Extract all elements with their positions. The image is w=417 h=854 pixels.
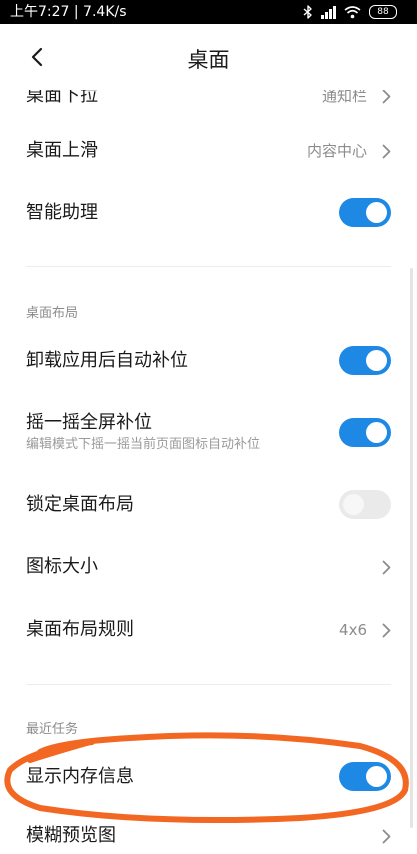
row-auto-fill-uninstall: 卸载应用后自动补位 xyxy=(0,332,417,390)
row-label: 桌面上滑 xyxy=(26,140,98,161)
toggle-knob xyxy=(366,422,387,443)
chevron-right-icon xyxy=(382,89,391,104)
toggle-knob xyxy=(366,202,387,223)
row-smart-assistant: 智能助理 xyxy=(0,184,417,242)
row-label: 智能助理 xyxy=(26,202,98,223)
row-label: 桌面布局规则 xyxy=(26,619,134,640)
row-swipe-up[interactable]: 桌面上滑 内容中心 xyxy=(0,122,417,180)
scrollbar[interactable] xyxy=(410,268,413,828)
row-value: 4x6 xyxy=(339,621,367,639)
status-bar: 上午7:27 | 7.4K/s 88 xyxy=(0,0,417,24)
chevron-right-icon xyxy=(382,560,391,575)
row-lock-layout: 锁定桌面布局 xyxy=(0,476,417,534)
chevron-right-icon xyxy=(382,144,391,159)
toggle-knob xyxy=(366,766,387,787)
chevron-right-icon xyxy=(382,623,391,638)
divider xyxy=(26,684,391,685)
page-title: 桌面 xyxy=(187,48,230,72)
row-show-memory: 显示内存信息 xyxy=(0,748,417,806)
row-blur-preview[interactable]: 模糊预览图 xyxy=(0,814,417,854)
toggle-knob xyxy=(343,494,364,515)
battery-icon: 88 xyxy=(369,5,397,19)
smart-assistant-toggle[interactable] xyxy=(339,198,391,227)
status-icons: 88 xyxy=(303,3,397,21)
section-header-layout: 桌面布局 xyxy=(26,306,79,321)
lock-layout-toggle[interactable] xyxy=(339,490,391,519)
chevron-right-icon xyxy=(382,829,391,844)
show-memory-toggle[interactable] xyxy=(339,762,391,791)
row-subtitle: 编辑模式下摇一摇当前页面图标自动补位 xyxy=(26,437,261,452)
row-label: 模糊预览图 xyxy=(26,825,116,846)
row-layout-rule[interactable]: 桌面布局规则 4x6 xyxy=(0,601,417,659)
status-time: 上午7:27 | 7.4K/s xyxy=(10,4,127,20)
row-value: 内容中心 xyxy=(306,142,367,160)
settings-list: 桌面下拉 通知栏 桌面上滑 内容中心 智能助理 桌面布局 卸载应用后自动补位 摇… xyxy=(0,0,417,846)
shake-fill-toggle[interactable] xyxy=(339,418,391,447)
row-label: 锁定桌面布局 xyxy=(26,494,134,515)
row-label: 卸载应用后自动补位 xyxy=(26,350,188,371)
row-label: 图标大小 xyxy=(26,556,98,577)
header-bar: 桌面 xyxy=(0,24,417,90)
row-icon-size[interactable]: 图标大小 xyxy=(0,538,417,596)
signal-icon xyxy=(321,5,336,19)
row-shake-fill: 摇一摇全屏补位 编辑模式下摇一摇当前页面图标自动补位 xyxy=(0,402,417,466)
divider xyxy=(26,266,391,267)
auto-fill-toggle[interactable] xyxy=(339,346,391,375)
toggle-knob xyxy=(366,350,387,371)
bluetooth-icon xyxy=(303,5,312,19)
row-label: 显示内存信息 xyxy=(26,766,134,787)
row-label: 摇一摇全屏补位 xyxy=(26,412,152,433)
wifi-icon xyxy=(344,6,361,19)
section-header-recent: 最近任务 xyxy=(26,722,79,737)
